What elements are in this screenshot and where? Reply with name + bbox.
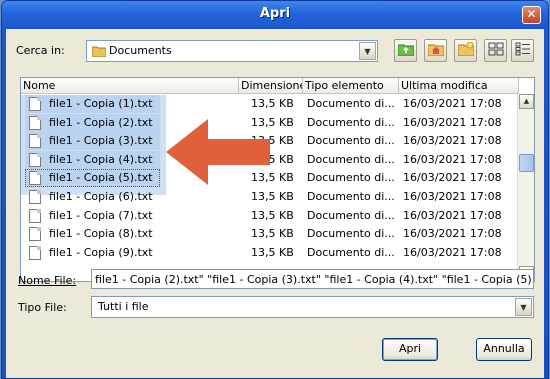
file-size: 13,5 KB [251,190,294,203]
file-type: Documento di... [307,134,395,148]
file-type: Documento di... [307,245,395,259]
text-file-icon [29,245,41,260]
file-name: file1 - Copia (6).txt [49,190,153,203]
open-button[interactable]: Apri [382,338,438,361]
file-name: file1 - Copia (2).txt [49,115,153,129]
file-modified: 16/03/2021 17:08 [403,152,502,166]
scroll-thumb[interactable] [519,154,534,172]
file-row[interactable]: file1 - Copia (7).txt 13,5 KB Documento di… [21,207,517,225]
text-file-icon [29,171,41,186]
look-in-value: Documents [109,44,172,57]
file-size: 13,5 KB [251,97,294,110]
text-file-icon [29,208,41,223]
close-button[interactable]: ✕ [522,6,541,24]
list-view-button[interactable] [484,39,507,62]
file-modified: 16/03/2021 17:08 [403,190,502,203]
text-file-icon [29,134,41,149]
annotation-arrow [166,119,270,185]
cancel-button[interactable]: Annulla [476,338,532,361]
file-modified: 16/03/2021 17:08 [403,171,502,185]
file-type: Documento di... [307,152,395,166]
file-name-input[interactable]: file1 - Copia (2).txt" "file1 - Copia (3… [91,269,534,289]
up-folder-button[interactable] [394,39,417,62]
text-file-icon [29,152,41,167]
text-file-icon [29,115,41,130]
file-modified: 16/03/2021 17:08 [403,227,502,241]
home-icon [427,42,444,59]
chevron-down-icon[interactable]: ▼ [359,42,376,60]
file-type: Documento di... [307,97,395,110]
file-name: file1 - Copia (3).txt [49,134,153,148]
file-name: file1 - Copia (1).txt [49,97,153,110]
title-bar[interactable]: Apri ✕ [2,1,548,29]
open-dialog: Apri ✕ Cerca in: Documents ▼ Nome Dimens… [1,0,549,379]
file-type: Documento di... [307,171,395,185]
file-type: Documento di... [307,115,395,129]
new-folder-button[interactable] [454,39,477,62]
file-type: Documento di... [307,208,395,222]
folder-icon [91,45,107,60]
file-name-label: Nome File: [18,274,77,287]
file-name: file1 - Copia (5).txt [49,171,153,185]
file-type: Documento di... [307,190,395,203]
file-row[interactable]: file1 - Copia (1).txt 13,5 KB Documento di… [21,95,517,113]
details-view-button[interactable] [511,39,534,62]
text-file-icon [29,97,41,111]
file-row[interactable]: file1 - Copia (9).txt 13,5 KB Documento di… [21,244,517,262]
file-list[interactable]: Nome Dimensione Tipo elemento Ultima mod… [20,77,535,282]
file-row[interactable]: file1 - Copia (8).txt 13,5 KB Documento di… [21,225,517,243]
text-file-icon [29,227,41,242]
file-modified: 16/03/2021 17:08 [403,115,502,129]
look-in-combo[interactable]: Documents ▼ [86,40,378,62]
text-file-icon [29,190,41,204]
up-folder-icon [397,42,414,59]
file-name: file1 - Copia (7).txt [49,208,153,222]
file-size: 13,5 KB [251,245,294,259]
vertical-scrollbar[interactable]: ▲ ▼ [517,94,534,281]
new-folder-icon [457,41,474,59]
column-header-type[interactable]: Tipo elemento [303,78,399,94]
dialog-body: Cerca in: Documents ▼ Nome Dimensione Ti… [6,29,544,378]
file-name: file1 - Copia (9).txt [49,245,153,259]
file-name-value: file1 - Copia (2).txt" "file1 - Copia (3… [95,273,534,286]
file-size: 13,5 KB [251,227,294,241]
column-header-modified[interactable]: Ultima modifica [399,78,519,94]
list-view-icon [488,42,504,59]
column-header-size[interactable]: Dimensione [239,78,303,94]
file-modified: 16/03/2021 17:08 [403,134,502,148]
file-modified: 16/03/2021 17:08 [403,208,502,222]
scroll-up-button[interactable]: ▲ [519,94,534,109]
file-name: file1 - Copia (4).txt [49,152,153,166]
file-row[interactable]: file1 - Copia (6).txt 13,5 KB Documento di… [21,188,517,206]
file-type-label: Tipo File: [18,301,67,314]
file-name: file1 - Copia (8).txt [49,227,153,241]
file-modified: 16/03/2021 17:08 [403,97,502,110]
file-type-combo[interactable]: Tutti i file ▼ [91,296,534,318]
file-type: Documento di... [307,227,395,241]
column-header-name[interactable]: Nome [21,78,239,94]
home-button[interactable] [424,39,447,62]
chevron-down-icon[interactable]: ▼ [515,298,532,316]
look-in-label: Cerca in: [16,44,65,57]
details-view-icon [515,42,531,59]
file-modified: 16/03/2021 17:08 [403,245,502,259]
file-type-value: Tutti i file [98,300,149,313]
file-size: 13,5 KB [251,208,294,222]
dialog-title: Apri [259,6,291,21]
